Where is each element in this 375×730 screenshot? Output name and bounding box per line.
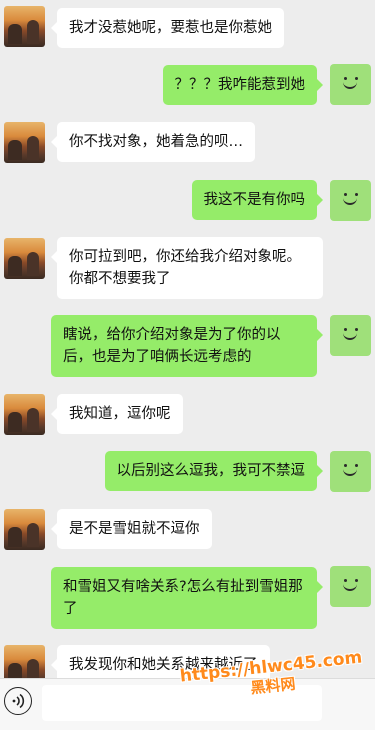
message-bubble-incoming[interactable]: 我才没惹她呢，要惹也是你惹她: [51, 8, 284, 48]
contact-avatar[interactable]: [4, 238, 45, 279]
my-avatar[interactable]: [330, 566, 371, 607]
chat-message-list[interactable]: 我才没惹她呢，要惹也是你惹她 ？？？我咋能惹到她 你不找对象，她着急的呗… 我这…: [0, 0, 375, 678]
smile-mouth: [343, 467, 357, 476]
contact-avatar[interactable]: [4, 394, 45, 435]
message-bubble-outgoing[interactable]: 瞎说，给你介绍对象是为了你的以后，也是为了咱俩长远考虑的: [51, 315, 323, 377]
message-bubble-incoming[interactable]: 你可拉到吧，你还给我介绍对象呢。你都不想要我了: [51, 237, 323, 299]
contact-avatar[interactable]: [4, 645, 45, 678]
message-bubble-outgoing[interactable]: 我这不是有你吗: [191, 180, 323, 220]
voice-icon[interactable]: [4, 687, 32, 715]
message-bubble-outgoing[interactable]: 以后别这么逗我，我可不禁逗: [104, 451, 323, 491]
my-avatar[interactable]: [330, 451, 371, 492]
message-bubble-outgoing[interactable]: 和雪姐又有啥关系?怎么有扯到雪姐那了: [51, 567, 323, 629]
message-bubble-outgoing[interactable]: ？？？我咋能惹到她: [162, 65, 323, 105]
contact-avatar[interactable]: [4, 509, 45, 550]
contact-avatar[interactable]: [4, 6, 45, 47]
my-avatar[interactable]: [330, 315, 371, 356]
contact-avatar[interactable]: [4, 122, 45, 163]
message-bubble-incoming[interactable]: 你不找对象，她着急的呗…: [51, 122, 255, 162]
smile-mouth: [343, 196, 357, 205]
my-avatar[interactable]: [330, 64, 371, 105]
smile-mouth: [343, 80, 357, 89]
smile-mouth: [343, 582, 357, 591]
message-bubble-incoming[interactable]: 是不是雪姐就不逗你: [51, 509, 212, 549]
smile-mouth: [343, 331, 357, 340]
my-avatar[interactable]: [330, 180, 371, 221]
message-bubble-incoming[interactable]: 我知道，逗你呢: [51, 394, 183, 434]
